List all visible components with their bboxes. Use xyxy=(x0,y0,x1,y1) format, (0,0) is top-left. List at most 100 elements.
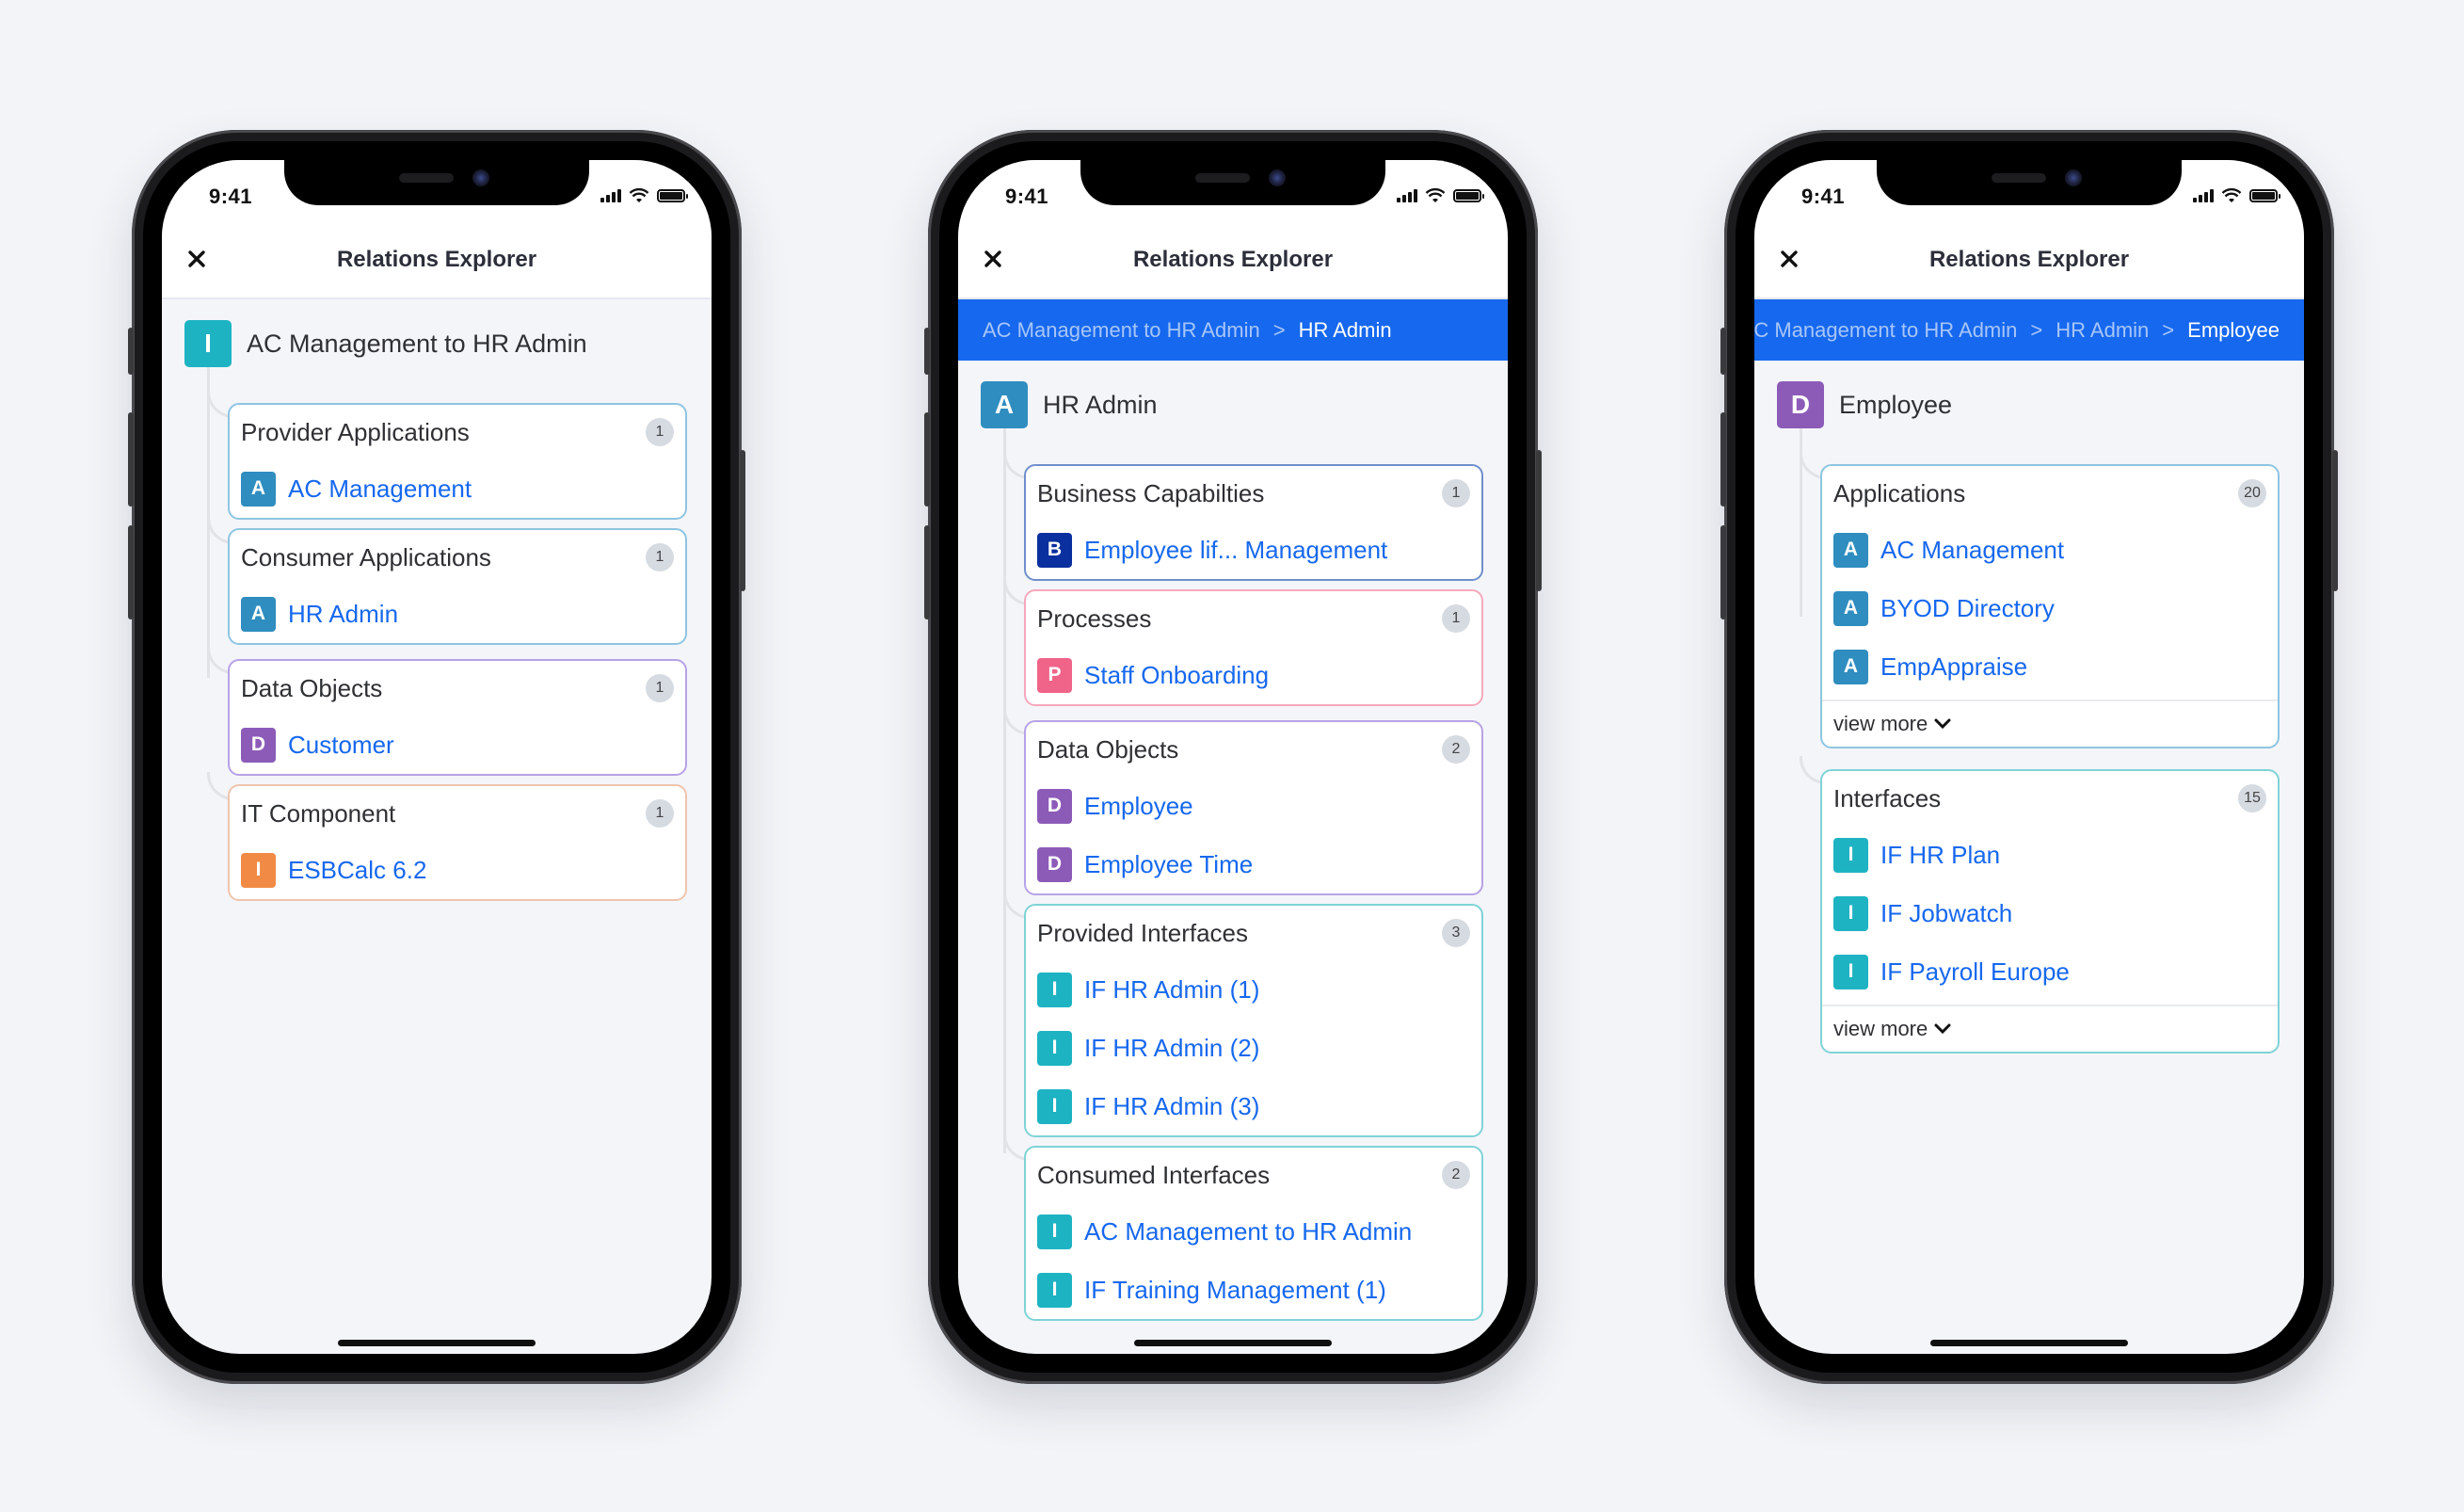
list-item[interactable]: A EmpAppraise xyxy=(1822,637,2278,696)
item-link[interactable]: Employee Time xyxy=(1084,850,1253,879)
item-link[interactable]: Employee xyxy=(1084,792,1193,821)
item-link[interactable]: IF HR Admin (1) xyxy=(1084,975,1259,1005)
volume-down-button xyxy=(128,525,134,619)
home-indicator[interactable] xyxy=(338,1340,536,1346)
interface-type-icon: I xyxy=(1037,1088,1072,1124)
item-link[interactable]: IF HR Admin (2) xyxy=(1084,1034,1259,1063)
section-title: IT Component xyxy=(241,798,396,828)
battery-icon xyxy=(2249,189,2280,202)
volume-up-button xyxy=(924,412,930,507)
list-item[interactable]: I IF HR Admin (1) xyxy=(1026,960,1481,1019)
list-item[interactable]: P Staff Onboarding xyxy=(1026,646,1481,704)
list-item[interactable]: A HR Admin xyxy=(230,585,685,643)
mute-switch xyxy=(924,328,930,375)
breadcrumb-item[interactable]: AC Management to HR Admin xyxy=(983,318,1260,343)
list-item[interactable]: A BYOD Directory xyxy=(1822,579,2278,637)
breadcrumb-separator: > xyxy=(1272,317,1286,342)
phone-frame-1: 9:41 Relations Explorer I AC Management … xyxy=(128,130,745,1384)
item-link[interactable]: AC Management to HR Admin xyxy=(1084,1217,1412,1247)
status-time: 9:41 xyxy=(209,185,253,208)
item-link[interactable]: Employee lif... Management xyxy=(1084,536,1387,565)
section-title: Consumed Interfaces xyxy=(1037,1160,1271,1189)
root-node: I AC Management to HR Admin xyxy=(184,320,587,367)
data-object-type-icon: D xyxy=(1777,381,1824,428)
section-title: Data Objects xyxy=(1037,734,1179,764)
root-node-label: Employee xyxy=(1839,390,1953,419)
count-badge: 2 xyxy=(1442,1161,1470,1189)
count-badge: 2 xyxy=(1442,735,1470,764)
cellular-signal-icon xyxy=(1397,189,1417,202)
count-badge: 1 xyxy=(646,543,674,571)
item-link[interactable]: EmpAppraise xyxy=(1880,652,2027,682)
list-item[interactable]: I IF HR Plan xyxy=(1822,826,2278,884)
section-title: Data Objects xyxy=(241,673,383,702)
section-title: Processes xyxy=(1037,603,1152,633)
breadcrumb-item[interactable]: HR Admin xyxy=(2056,318,2149,343)
item-link[interactable]: Staff Onboarding xyxy=(1084,661,1269,690)
application-type-icon: A xyxy=(241,471,276,507)
section-consumed-interfaces: Consumed Interfaces 2 I AC Management to H… xyxy=(1024,1146,1483,1321)
home-indicator[interactable] xyxy=(1930,1340,2128,1346)
page-title: Relations Explorer xyxy=(1132,247,1334,272)
power-button xyxy=(740,450,745,591)
item-link[interactable]: HR Admin xyxy=(288,600,398,629)
list-item[interactable]: D Employee Time xyxy=(1026,835,1481,893)
list-item[interactable]: I ESBCalc 6.2 xyxy=(230,841,685,899)
home-indicator[interactable] xyxy=(1134,1340,1332,1346)
interface-type-icon: I xyxy=(1833,837,1868,873)
list-item[interactable]: I IF Training Management (1) xyxy=(1026,1261,1481,1319)
power-button xyxy=(2332,450,2338,591)
list-item[interactable]: I AC Management to HR Admin xyxy=(1026,1202,1481,1261)
item-link[interactable]: IF HR Admin (3) xyxy=(1084,1092,1259,1121)
section-title: Applications xyxy=(1833,478,1966,507)
interface-type-icon: I xyxy=(1037,972,1072,1007)
battery-icon xyxy=(657,189,688,202)
item-link[interactable]: Customer xyxy=(288,731,394,760)
breadcrumb: AC Management to HR Admin > HR Admin xyxy=(958,299,1508,361)
wifi-icon xyxy=(2221,188,2242,202)
list-item[interactable]: I IF HR Admin (2) xyxy=(1026,1019,1481,1077)
root-node: A HR Admin xyxy=(981,381,1158,428)
mute-switch xyxy=(1720,328,1726,375)
list-item[interactable]: I IF Jobwatch xyxy=(1822,884,2278,942)
item-link[interactable]: AC Management xyxy=(288,475,472,504)
nav-bar: Relations Explorer xyxy=(162,224,712,299)
list-item[interactable]: B Employee lif... Management xyxy=(1026,521,1481,579)
breadcrumb-separator: > xyxy=(2162,317,2175,342)
notch xyxy=(1080,160,1385,205)
item-link[interactable]: BYOD Directory xyxy=(1880,594,2055,623)
count-badge: 15 xyxy=(2238,784,2266,812)
cellular-signal-icon xyxy=(2193,189,2214,202)
section-title: Business Capabilties xyxy=(1037,478,1265,507)
view-more-button[interactable]: view more xyxy=(1822,1005,2278,1052)
list-item[interactable]: D Employee xyxy=(1026,777,1481,835)
nav-bar: Relations Explorer xyxy=(1754,224,2304,299)
section-title: Provided Interfaces xyxy=(1037,918,1249,947)
list-item[interactable]: A AC Management xyxy=(1822,521,2278,579)
list-item[interactable]: I IF Payroll Europe xyxy=(1822,942,2278,1001)
view-more-button[interactable]: view more xyxy=(1822,700,2278,747)
item-link[interactable]: ESBCalc 6.2 xyxy=(288,856,426,885)
count-badge: 3 xyxy=(1442,919,1470,947)
volume-down-button xyxy=(924,525,930,619)
section-title: Interfaces xyxy=(1833,783,1942,812)
item-link[interactable]: IF Jobwatch xyxy=(1880,899,2012,928)
notch xyxy=(1877,160,2182,205)
process-type-icon: P xyxy=(1037,657,1072,693)
business-capability-type-icon: B xyxy=(1037,532,1072,568)
item-link[interactable]: IF Training Management (1) xyxy=(1084,1276,1386,1305)
item-link[interactable]: AC Management xyxy=(1880,536,2064,565)
breadcrumb-separator: > xyxy=(2030,317,2043,342)
list-item[interactable]: I IF HR Admin (3) xyxy=(1026,1077,1481,1135)
count-badge: 1 xyxy=(1442,604,1470,633)
battery-icon xyxy=(1453,189,1484,202)
interface-type-icon: I xyxy=(1037,1272,1072,1308)
list-item[interactable]: A AC Management xyxy=(230,459,685,518)
list-item[interactable]: D Customer xyxy=(230,716,685,774)
item-link[interactable]: IF Payroll Europe xyxy=(1880,957,2070,987)
section-data-objects: Data Objects 1 D Customer xyxy=(228,659,687,776)
volume-down-button xyxy=(1720,525,1726,619)
breadcrumb-item[interactable]: AC Management to HR Admin xyxy=(1754,318,2017,343)
section-applications: Applications 20 A AC Management A BYOD Dire… xyxy=(1820,464,2280,748)
item-link[interactable]: IF HR Plan xyxy=(1880,841,2000,870)
